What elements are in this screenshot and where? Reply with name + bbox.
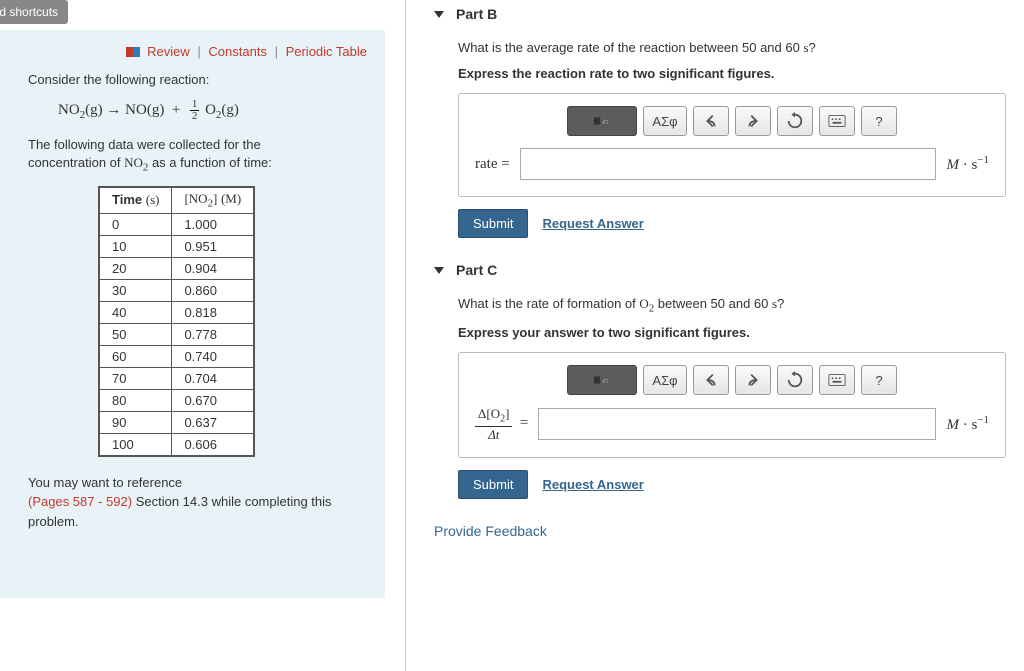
undo-tool[interactable]	[693, 365, 729, 395]
undo-tool[interactable]	[693, 106, 729, 136]
table-row: 1000.606	[99, 433, 254, 456]
answer-panel: Part B What is the average rate of the r…	[405, 0, 1024, 671]
table-row: 700.704	[99, 367, 254, 389]
keyboard-tool[interactable]	[819, 106, 855, 136]
col-conc: [NO2] (M)	[172, 187, 254, 213]
provide-feedback-link[interactable]: Provide Feedback	[434, 523, 1006, 539]
template-tool[interactable]: √□	[567, 106, 637, 136]
table-row: 01.000	[99, 213, 254, 235]
constants-link[interactable]: Constants	[208, 44, 267, 59]
col-time: Time (s)	[99, 187, 172, 213]
greek-tool[interactable]: ΑΣφ	[643, 106, 687, 136]
reaction-equation: NO2(g) → NO(g) + 12 O2(g)	[58, 98, 367, 125]
part-c-submit-button[interactable]: Submit	[458, 470, 528, 499]
rate-label: rate =	[475, 156, 510, 173]
part-c-prompt: What is the rate of formation of O2 betw…	[458, 294, 1006, 317]
part-c-input[interactable]	[538, 408, 936, 440]
problem-panel: oard shortcuts Review | Constants | Peri…	[0, 30, 385, 598]
table-row: 300.860	[99, 279, 254, 301]
left-header-links: Review | Constants | Periodic Table	[28, 44, 367, 60]
reference-text: You may want to reference (Pages 587 - 5…	[28, 473, 367, 532]
data-description: The following data were collected for th…	[28, 136, 367, 176]
redo-tool[interactable]	[735, 365, 771, 395]
chevron-down-icon	[434, 267, 444, 274]
part-c-request-answer[interactable]: Request Answer	[542, 477, 643, 492]
table-row: 200.904	[99, 257, 254, 279]
help-tool[interactable]: ?	[861, 106, 897, 136]
intro-text: Consider the following reaction:	[28, 70, 367, 90]
data-table: Time (s) [NO2] (M) 01.000100.951200.9043…	[98, 186, 255, 457]
part-b-input[interactable]	[520, 148, 937, 180]
table-row: 600.740	[99, 345, 254, 367]
part-b-toolbar: √□ ΑΣφ ?	[475, 106, 989, 136]
table-row: 900.637	[99, 411, 254, 433]
keyboard-shortcuts-badge[interactable]: oard shortcuts	[0, 0, 68, 24]
part-c-instruction: Express your answer to two significant f…	[458, 323, 1006, 343]
part-c-toolbar: √□ ΑΣφ ?	[475, 365, 989, 395]
periodic-table-link[interactable]: Periodic Table	[286, 44, 367, 59]
help-tool[interactable]: ?	[861, 365, 897, 395]
part-b-answer-box: √□ ΑΣφ ? rate = M · s−1	[458, 93, 1006, 197]
legend-icon	[126, 45, 140, 60]
reset-tool[interactable]	[777, 106, 813, 136]
part-b-instruction: Express the reaction rate to two signifi…	[458, 64, 1006, 84]
svg-text:√□: √□	[602, 119, 608, 125]
part-b-request-answer[interactable]: Request Answer	[542, 216, 643, 231]
template-tool[interactable]: √□	[567, 365, 637, 395]
part-b-header[interactable]: Part B	[434, 6, 1006, 22]
part-c-units: M · s−1	[946, 414, 989, 434]
table-row: 500.778	[99, 323, 254, 345]
part-b-prompt: What is the average rate of the reaction…	[458, 38, 1006, 58]
table-row: 800.670	[99, 389, 254, 411]
part-c-header[interactable]: Part C	[434, 262, 1006, 278]
table-row: 100.951	[99, 235, 254, 257]
redo-tool[interactable]	[735, 106, 771, 136]
part-b-units: M · s−1	[946, 154, 989, 174]
part-b-submit-button[interactable]: Submit	[458, 209, 528, 238]
svg-text:√□: √□	[602, 379, 608, 385]
chevron-down-icon	[434, 11, 444, 18]
keyboard-tool[interactable]	[819, 365, 855, 395]
reset-tool[interactable]	[777, 365, 813, 395]
table-row: 400.818	[99, 301, 254, 323]
part-c-answer-box: √□ ΑΣφ ? Δ[O2] Δt = M	[458, 352, 1006, 458]
greek-tool[interactable]: ΑΣφ	[643, 365, 687, 395]
delta-label: Δ[O2] Δt =	[475, 407, 528, 441]
review-link[interactable]: Review	[147, 44, 190, 59]
